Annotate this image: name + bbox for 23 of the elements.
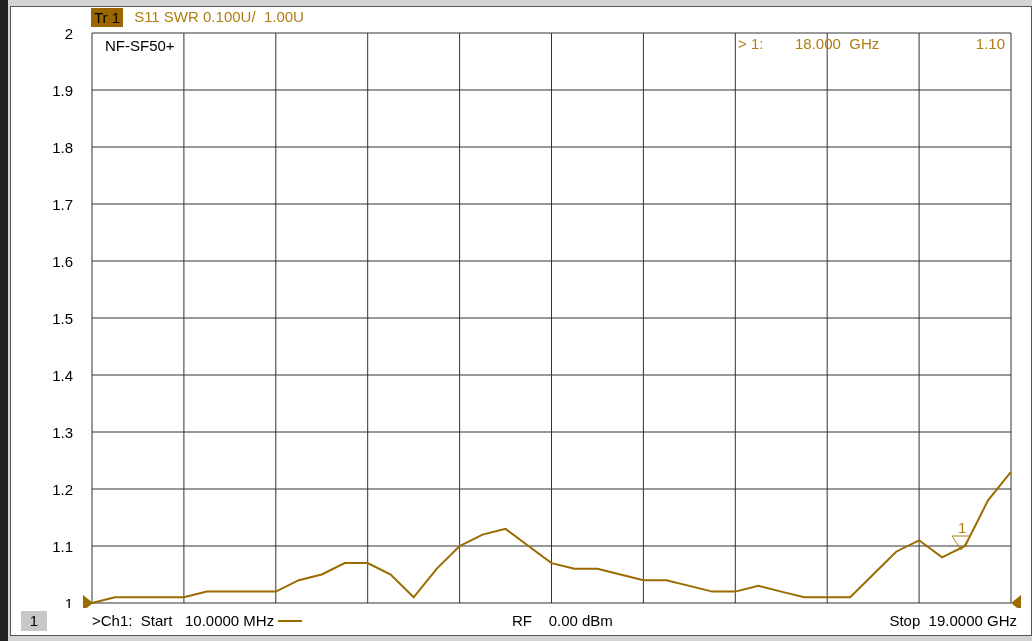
y-axis-label: 1.7 bbox=[52, 195, 73, 213]
stop-frequency: Stop 19.0000 GHz bbox=[889, 611, 1017, 629]
marker-label: > 1: bbox=[738, 35, 764, 52]
y-axis-label: 1.2 bbox=[52, 480, 73, 498]
y-axis-label: 1.8 bbox=[52, 138, 73, 156]
trace-legend-line bbox=[278, 619, 303, 623]
y-axis-label: 2 bbox=[64, 27, 73, 42]
device-annotation: NF-SF50+ bbox=[105, 37, 175, 54]
trace-title: S11 SWR 0.100U/ 1.00U bbox=[134, 6, 304, 27]
y-axis-label: 1.4 bbox=[52, 366, 73, 384]
channel-indicator[interactable]: 1 bbox=[21, 611, 47, 631]
stop-pointer-icon bbox=[1011, 595, 1021, 608]
y-axis-label: 1.3 bbox=[52, 423, 73, 441]
y-axis-label: 1.1 bbox=[52, 537, 73, 555]
y-axis-label: 1.9 bbox=[52, 81, 73, 99]
power-level: RF 0.00 dBm bbox=[512, 611, 613, 629]
y-axis-label: 1.5 bbox=[52, 309, 73, 327]
y-axis-label: 1.6 bbox=[52, 252, 73, 270]
y-axis-label: 1 bbox=[64, 594, 73, 608]
trace-badge[interactable]: Tr 1 bbox=[91, 7, 124, 27]
marker-value: 1.10 bbox=[975, 35, 1005, 52]
start-pointer-icon bbox=[83, 595, 93, 608]
start-frequency: >Ch1: Start 10.0000 MHz bbox=[92, 610, 275, 631]
